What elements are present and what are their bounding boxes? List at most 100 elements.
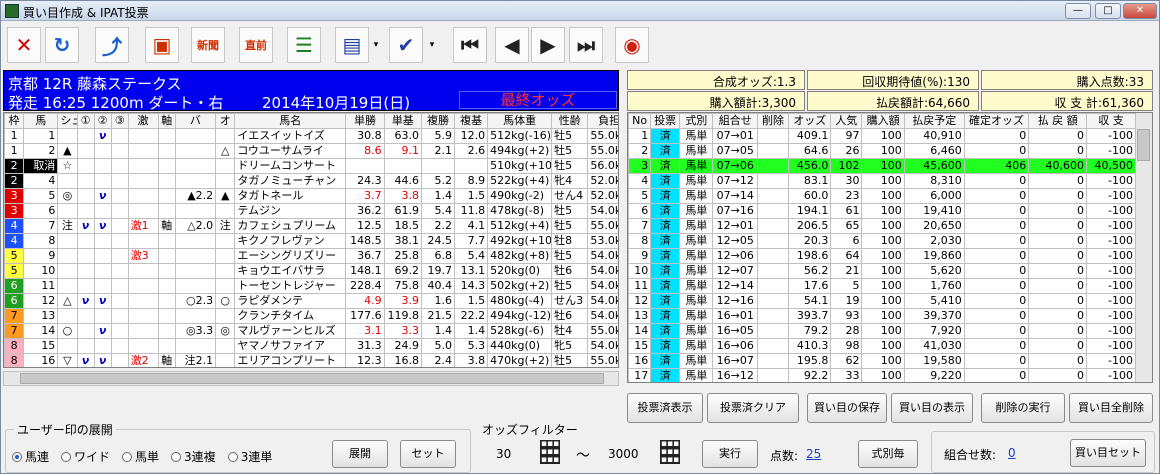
bet-cell-d[interactable] — [756, 128, 790, 144]
bet-cell-o[interactable]: 64.6 — [788, 143, 832, 159]
bet-row[interactable]: 9 済馬単 12→06 198.6 64 100 19,860 0 0 -100 — [628, 248, 1136, 264]
horse-cell-tanb[interactable]: 3.9 — [383, 293, 422, 309]
prev-button[interactable]: ◀ — [495, 27, 529, 63]
bet-cell-d[interactable] — [756, 143, 790, 159]
refresh-button[interactable]: ↻ — [45, 27, 79, 63]
radio-circle-icon[interactable] — [227, 452, 238, 462]
bet-cell-no[interactable]: 5 — [628, 188, 652, 204]
vote-button[interactable]: ✔ — [389, 27, 423, 63]
horse-cell-name[interactable]: キョウエイバサラ — [234, 263, 347, 279]
horse-cell-m1[interactable] — [76, 158, 95, 174]
horse-cell-sex[interactable]: 牡5 — [551, 218, 589, 234]
bet-cell-p[interactable]: 1,760 — [903, 278, 965, 294]
bet-cell-t[interactable]: 馬単 — [679, 203, 714, 219]
bet-cell-k[interactable]: 16→07 — [712, 353, 758, 369]
horse-cell-m1[interactable]: ν — [76, 218, 95, 234]
horse-cell-fuku[interactable]: 2.4 — [420, 353, 456, 367]
horse-cell-load[interactable]: 54.0kg — [587, 293, 618, 309]
bet-cell-o[interactable]: 195.8 — [788, 353, 832, 369]
bet-cell-v[interactable]: 済 — [650, 203, 681, 219]
bet-cell-p[interactable]: 6,000 — [903, 188, 965, 204]
bet-cell-t[interactable]: 馬単 — [679, 263, 714, 279]
bet-cell-o[interactable]: 393.7 — [788, 308, 832, 324]
bet-cell-p[interactable]: 45,600 — [903, 158, 965, 174]
first-button[interactable]: ⏮ — [453, 27, 487, 63]
bet-type-radio-2[interactable]: 馬単 — [122, 450, 159, 464]
bet-cell-s[interactable]: -100 — [1086, 218, 1136, 234]
horse-cell-fukub[interactable]: 3.8 — [454, 353, 489, 367]
bet-type-radio-3[interactable]: 3連複 — [171, 450, 216, 464]
bet-cell-co[interactable]: 0 — [963, 323, 1030, 339]
horse-cell-weight[interactable]: 480kg(-4) — [487, 293, 553, 309]
bet-cell-pay[interactable]: 0 — [1028, 188, 1088, 204]
bet-cell-pay[interactable]: 0 — [1028, 308, 1088, 324]
horse-cell-shu[interactable]: ◎ — [57, 188, 78, 204]
horse-cell-fukub[interactable]: 1.4 — [454, 323, 489, 339]
bet-cell-o[interactable]: 20.3 — [788, 233, 832, 249]
horse-cell-geki[interactable]: 激2 — [127, 353, 159, 367]
horse-row[interactable]: 7 13 クランチタイム 177.6 119.8 21.5 22.2 494kg(-12) 牡6… — [4, 308, 618, 324]
bet-cell-t[interactable]: 馬単 — [679, 173, 714, 189]
horse-cell-sex[interactable]: 牡5 — [551, 248, 589, 264]
delete-run-button[interactable]: 削除の実行 — [981, 393, 1065, 423]
horse-cell-weight[interactable]: 522kg(+4) — [487, 173, 553, 189]
bet-cell-s[interactable]: -100 — [1086, 173, 1136, 189]
newspaper-button[interactable]: 新聞 — [191, 27, 225, 63]
horse-cell-shu[interactable] — [57, 233, 78, 249]
horse-cell-sex[interactable]: 牡5 — [551, 353, 589, 367]
horse-cell-geki[interactable]: 激1 — [127, 218, 159, 234]
bet-cell-k[interactable]: 12→06 — [712, 248, 758, 264]
bet-cell-k[interactable]: 07→14 — [712, 188, 758, 204]
horse-cell-name[interactable]: テムジン — [234, 203, 347, 219]
horse-row[interactable]: 1 1 ν イエスイットイズ 30.8 63.0 5.9 12.0 512kg(-16) 牡5 55… — [4, 128, 618, 144]
horse-cell-sex[interactable]: 牡6 — [551, 308, 589, 324]
horse-cell-weight[interactable]: 492kg(+10) — [487, 233, 553, 249]
horse-cell-uma[interactable]: 6 — [23, 203, 59, 219]
horse-cell-ba[interactable] — [174, 203, 217, 219]
horse-cell-tan[interactable]: 36.2 — [345, 203, 385, 219]
bet-cell-co[interactable]: 0 — [963, 188, 1030, 204]
horse-cell-jiku[interactable] — [157, 173, 176, 189]
horse-cell-sex[interactable]: 牡5 — [551, 158, 589, 174]
bet-cell-p[interactable]: 9,220 — [903, 368, 965, 382]
horse-cell-geki[interactable]: 激3 — [127, 248, 159, 264]
bet-cell-n[interactable]: 61 — [830, 203, 863, 219]
bet-cell-n[interactable]: 21 — [830, 263, 863, 279]
bet-cell-k[interactable]: 07→05 — [712, 143, 758, 159]
horse-cell-uma[interactable]: 13 — [23, 308, 59, 324]
bet-cell-p[interactable]: 40,910 — [903, 128, 965, 144]
bet-cell-a[interactable]: 100 — [861, 368, 905, 382]
horse-cell-fuku[interactable]: 40.4 — [420, 278, 456, 294]
horse-cell-weight[interactable]: 470kg(+2) — [487, 353, 553, 367]
bet-cell-s[interactable]: -100 — [1086, 233, 1136, 249]
expand-button[interactable]: 展開 — [332, 440, 388, 468]
horse-cell-m2[interactable] — [93, 308, 112, 324]
horse-cell-uma[interactable]: 8 — [23, 233, 59, 249]
odds-max-spinner-icon[interactable]: ▪▪▪ ▪▪▪ ▪▪▪ — [660, 440, 680, 465]
horse-cell-m2[interactable] — [93, 233, 112, 249]
bet-row[interactable]: 12 済馬単 12→16 54.1 19 100 5,410 0 0 -100 — [628, 293, 1136, 309]
horse-cell-o[interactable] — [215, 173, 236, 189]
horse-cell-shu[interactable] — [57, 248, 78, 264]
horse-cell-o[interactable] — [215, 128, 236, 144]
horse-cell-sex[interactable]: 牡6 — [551, 263, 589, 279]
horse-cell-m2[interactable]: ν — [93, 353, 112, 367]
horse-row[interactable]: 2 4 タガノミューチャン 24.3 44.6 5.2 8.9 522kg(+4) 牝4 52.0… — [4, 173, 618, 189]
bet-cell-a[interactable]: 100 — [861, 128, 905, 144]
horse-cell-sex[interactable]: 牡5 — [551, 203, 589, 219]
horse-cell-load[interactable]: 52.0kg — [587, 173, 618, 189]
bet-cell-o[interactable]: 83.1 — [788, 173, 832, 189]
horse-cell-tan[interactable]: 24.3 — [345, 173, 385, 189]
horse-cell-name[interactable]: イエスイットイズ — [234, 128, 347, 144]
horse-row[interactable]: 36テムジン36.261.95.411.8478kg(-8)牡554.0kg川 — [4, 203, 618, 219]
bet-cell-k[interactable]: 12→05 — [712, 233, 758, 249]
horse-cell-weight[interactable]: 490kg(-2) — [487, 188, 553, 204]
horse-cell-m1[interactable] — [76, 128, 95, 144]
bet-cell-n[interactable]: 30 — [830, 173, 863, 189]
horse-cell-ba[interactable] — [174, 308, 217, 324]
horse-cell-fuku[interactable]: 1.4 — [420, 323, 456, 339]
horse-cell-m3[interactable] — [110, 143, 129, 159]
horse-cell-load[interactable]: 54.0kg — [587, 338, 618, 354]
bet-cell-a[interactable]: 100 — [861, 308, 905, 324]
horse-cell-sex[interactable]: せん4 — [551, 188, 589, 204]
